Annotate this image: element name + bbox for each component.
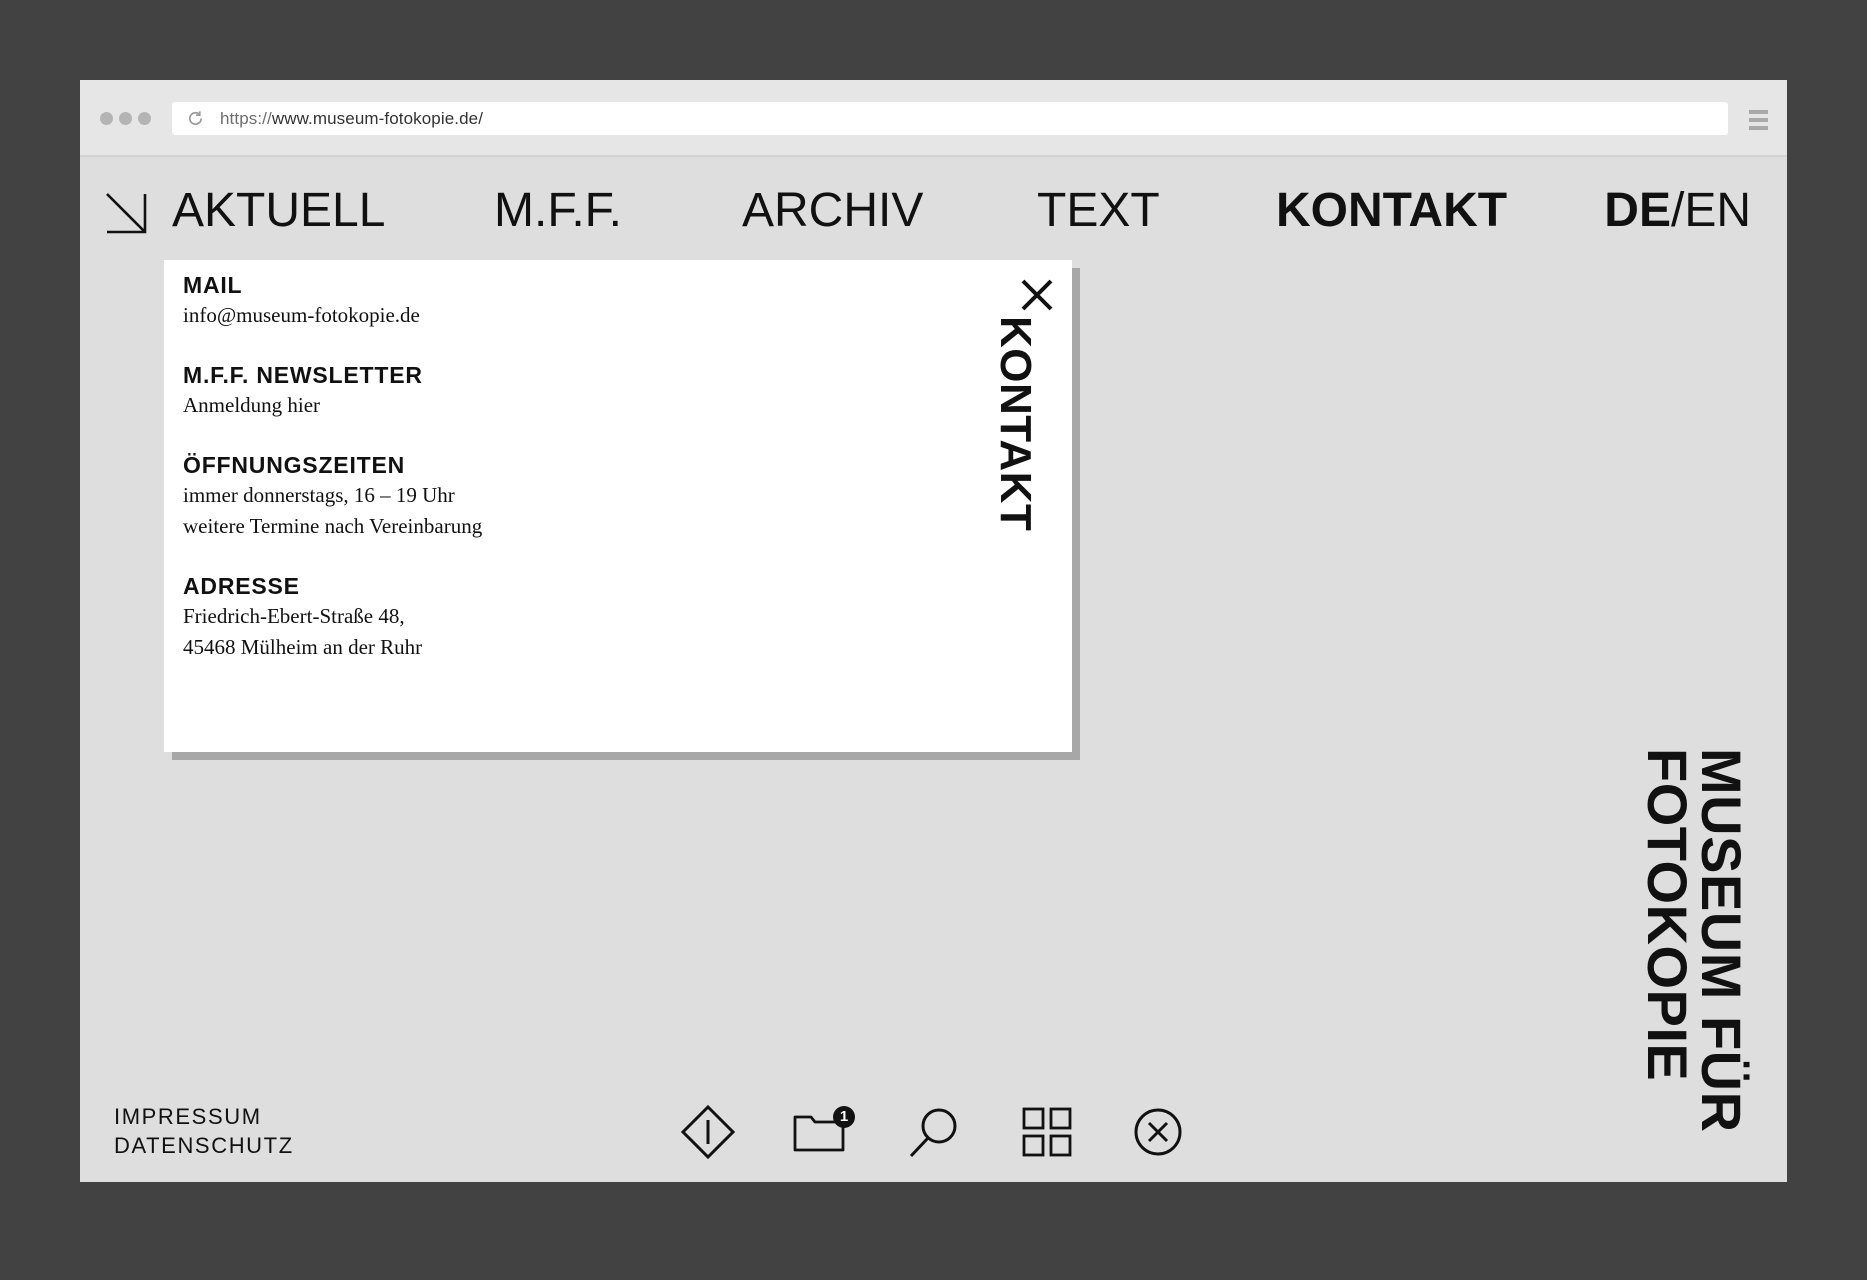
mail-link[interactable]: info@museum-fotokopie.de bbox=[183, 300, 420, 331]
hamburger-menu-icon[interactable] bbox=[1749, 110, 1768, 130]
nav-item-aktuell[interactable]: AKTUELL bbox=[172, 185, 385, 237]
logo-line-1: MUSEUM FÜR bbox=[1690, 748, 1753, 1133]
address-bar[interactable]: https://www.museum-fotokopie.de/ bbox=[172, 102, 1728, 135]
lang-separator: / bbox=[1670, 184, 1685, 237]
main-navigation: AKTUELL M.F.F. ARCHIV TEXT KONTAKT DE/EN bbox=[80, 157, 1787, 262]
nav-item-kontakt[interactable]: KONTAKT bbox=[1276, 185, 1507, 237]
url-text[interactable]: https://www.museum-fotokopie.de/ bbox=[220, 109, 483, 129]
info-diamond-icon[interactable] bbox=[680, 1104, 736, 1160]
footer-links: IMPRESSUM DATENSCHUTZ bbox=[114, 1102, 294, 1160]
nav-item-text[interactable]: TEXT bbox=[1037, 185, 1160, 237]
contact-section-newsletter: M.F.F. NEWSLETTER Anmeldung hier bbox=[183, 360, 423, 421]
hours-line: immer donnerstags, 16 – 19 Uhr bbox=[183, 483, 455, 507]
window-dot[interactable] bbox=[100, 112, 113, 125]
lang-de[interactable]: DE bbox=[1604, 184, 1671, 237]
language-switcher: DE/EN bbox=[1604, 185, 1751, 237]
search-icon[interactable] bbox=[906, 1104, 962, 1160]
lang-en[interactable]: EN bbox=[1684, 184, 1751, 237]
window-controls bbox=[100, 112, 151, 125]
section-title: ÖFFNUNGSZEITEN bbox=[183, 452, 406, 478]
hours-line: weitere Termine nach Vereinbarung bbox=[183, 514, 483, 538]
logo-line-2: FOTOKOPIE bbox=[1636, 748, 1699, 1082]
window-dot[interactable] bbox=[119, 112, 132, 125]
address-line: 45468 Mülheim an der Ruhr bbox=[183, 635, 423, 659]
contact-section-address: ADRESSE Friedrich-Ebert-Straße 48, 45468… bbox=[183, 571, 422, 663]
datenschutz-link[interactable]: DATENSCHUTZ bbox=[114, 1131, 294, 1160]
url-host: www.museum-fotokopie.de/ bbox=[271, 109, 484, 128]
panel-vertical-title: KONTAKT bbox=[991, 316, 1040, 532]
address-line: Friedrich-Ebert-Straße 48, bbox=[183, 604, 405, 628]
close-circle-icon[interactable] bbox=[1130, 1104, 1186, 1160]
folder-count-badge: 1 bbox=[833, 1106, 855, 1128]
museum-logo: MUSEUM FÜR FOTOKOPIE bbox=[1636, 748, 1753, 1133]
contact-section-mail: MAIL info@museum-fotokopie.de bbox=[183, 270, 420, 331]
newsletter-signup-link[interactable]: Anmeldung hier bbox=[183, 390, 423, 421]
browser-chrome: https://www.museum-fotokopie.de/ bbox=[80, 80, 1787, 157]
nav-item-mff[interactable]: M.F.F. bbox=[494, 185, 622, 237]
section-title: MAIL bbox=[183, 272, 243, 298]
nav-item-archiv[interactable]: ARCHIV bbox=[742, 185, 923, 237]
url-scheme: https:// bbox=[220, 109, 272, 128]
section-title: ADRESSE bbox=[183, 573, 300, 599]
browser-window: https://www.museum-fotokopie.de/ AKTUELL… bbox=[80, 80, 1787, 1182]
window-dot[interactable] bbox=[138, 112, 151, 125]
close-icon[interactable] bbox=[1020, 278, 1054, 312]
arrow-down-right-icon[interactable] bbox=[104, 191, 148, 235]
grid-icon[interactable] bbox=[1019, 1104, 1075, 1160]
reload-icon[interactable] bbox=[186, 109, 205, 128]
section-title: M.F.F. NEWSLETTER bbox=[183, 362, 423, 388]
contact-panel: MAIL info@museum-fotokopie.de M.F.F. NEW… bbox=[164, 260, 1072, 752]
impressum-link[interactable]: IMPRESSUM bbox=[114, 1102, 294, 1131]
contact-section-hours: ÖFFNUNGSZEITEN immer donnerstags, 16 – 1… bbox=[183, 450, 482, 542]
